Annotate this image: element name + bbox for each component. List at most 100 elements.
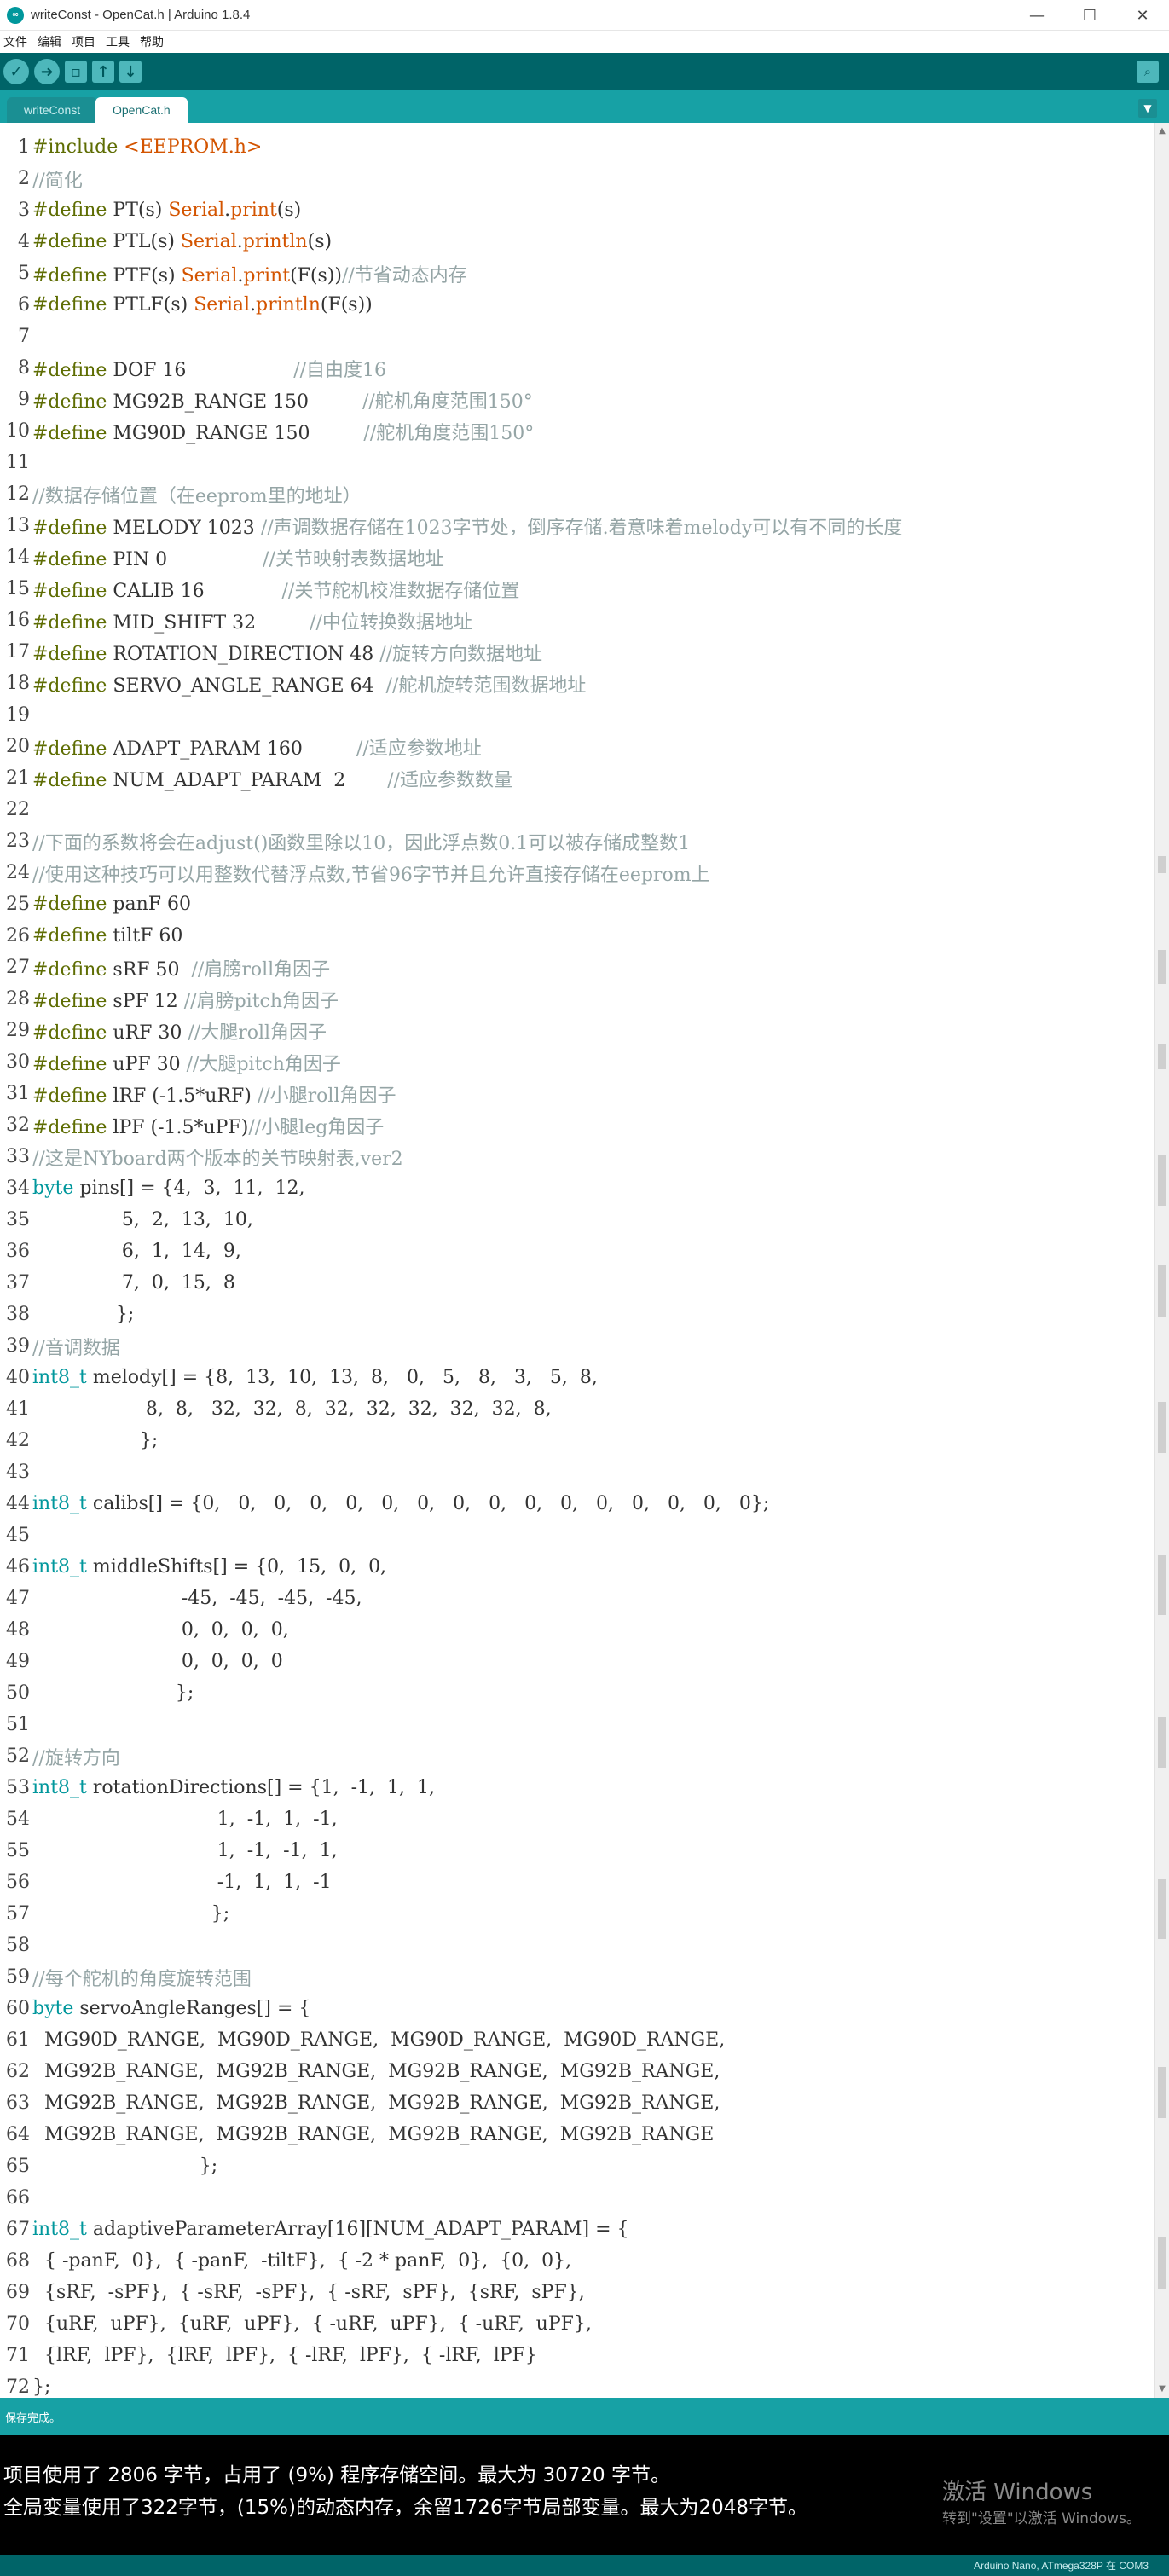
code-line[interactable]: 26 #define tiltF 60 — [0, 920, 1151, 952]
code-line[interactable]: 69 {sRF, -sPF}, { -sRF, -sPF}, { -sRF, s… — [0, 2277, 1151, 2308]
code-line[interactable]: 18 #define SERVO_ANGLE_RANGE 64 //舵机旋转范围数… — [0, 668, 1151, 699]
code-line[interactable]: 40 int8_t melody[] = {8, 13, 10, 13, 8, 0… — [0, 1362, 1151, 1393]
code-token: #define — [32, 1116, 113, 1138]
code-line[interactable]: 54 1, -1, 1, -1, — [0, 1803, 1151, 1835]
code-line[interactable]: 67 int8_t adaptiveParameterArray[16][NUM_… — [0, 2214, 1151, 2245]
code-line[interactable]: 33//这是NYboard两个版本的关节映射表,ver2 — [0, 1141, 1151, 1172]
code-line[interactable]: 64 MG92B_RANGE, MG92B_RANGE, MG92B_RANGE… — [0, 2119, 1151, 2151]
code-line[interactable]: 46 int8_t middleShifts[] = {0, 15, 0, 0, — [0, 1551, 1151, 1583]
code-line[interactable]: 49 0, 0, 0, 0 — [0, 1646, 1151, 1677]
code-line[interactable]: 44 int8_t calibs[] = {0, 0, 0, 0, 0, 0, 0… — [0, 1488, 1151, 1520]
code-line[interactable]: 9 #define MG92B_RANGE 150 //舵机角度范围150° — [0, 384, 1151, 415]
code-line[interactable]: 68 { -panF, 0}, { -panF, -tiltF}, { -2 *… — [0, 2245, 1151, 2277]
code-line[interactable]: 59//每个舵机的角度旋转范围 — [0, 1961, 1151, 1993]
tab-writeconst[interactable]: writeConst — [7, 97, 98, 123]
code-line[interactable]: 41 8, 8, 32, 32, 8, 32, 32, 32, 32, 32, … — [0, 1393, 1151, 1425]
code-line[interactable]: 31 #define lRF (-1.5*uRF) //小腿roll角因子 — [0, 1078, 1151, 1109]
code-token: tiltF 60 — [113, 925, 183, 946]
code-line[interactable]: 47 -45, -45, -45, -45, — [0, 1583, 1151, 1614]
code-line[interactable]: 51 — [0, 1709, 1151, 1740]
code-line[interactable]: 3 #define PT(s) Serial.print(s) — [0, 194, 1151, 226]
code-line[interactable]: 55 1, -1, -1, 1, — [0, 1835, 1151, 1867]
code-line[interactable]: 60 byte servoAngleRanges[] = { — [0, 1993, 1151, 2024]
code-line[interactable]: 34 byte pins[] = {4, 3, 11, 12, — [0, 1172, 1151, 1204]
code-line[interactable]: 1 #include <EEPROM.h> — [0, 131, 1151, 163]
code-line[interactable]: 63 MG92B_RANGE, MG92B_RANGE, MG92B_RANGE… — [0, 2087, 1151, 2119]
code-line[interactable]: 38 }; — [0, 1299, 1151, 1330]
tab-menu-icon[interactable]: ▼ — [1138, 99, 1157, 118]
code-line[interactable]: 42 }; — [0, 1425, 1151, 1456]
code-line[interactable]: 15 #define CALIB 16 //关节舵机校准数据存储位置 — [0, 573, 1151, 605]
code-line[interactable]: 32 #define lPF (-1.5*uPF)//小腿leg角因子 — [0, 1109, 1151, 1141]
code-line[interactable]: 24//使用这种技巧可以用整数代替浮点数,节省96字节并且允许直接存储在eepr… — [0, 857, 1151, 889]
code-line[interactable]: 20 #define ADAPT_PARAM 160 //适应参数地址 — [0, 731, 1151, 762]
menu-help[interactable]: 帮助 — [140, 33, 164, 50]
code-line[interactable]: 14 #define PIN 0 //关节映射表数据地址 — [0, 541, 1151, 573]
code-line[interactable]: 21 #define NUM_ADAPT_PARAM 2 //适应参数数量 — [0, 762, 1151, 794]
code-line[interactable]: 30 #define uPF 30 //大腿pitch角因子 — [0, 1046, 1151, 1078]
code-line[interactable]: 50 }; — [0, 1677, 1151, 1709]
code-line[interactable]: 7 — [0, 321, 1151, 352]
scroll-down-icon[interactable]: ▼ — [1157, 2384, 1167, 2394]
code-line[interactable]: 70 {uRF, uPF}, {uRF, uPF}, { -uRF, uPF},… — [0, 2308, 1151, 2340]
code-line[interactable]: 29 #define uRF 30 //大腿roll角因子 — [0, 1015, 1151, 1046]
code-line[interactable]: 25 #define panF 60 — [0, 889, 1151, 920]
minimize-button[interactable]: — — [1010, 0, 1063, 31]
code-line[interactable]: 17 #define ROTATION_DIRECTION 48 //旋转方向数据… — [0, 636, 1151, 668]
code-text: #define DOF 16 //自由度16 — [32, 355, 386, 382]
code-line[interactable]: 45 — [0, 1520, 1151, 1551]
tab-opencat-h[interactable]: OpenCat.h — [95, 97, 188, 123]
verify-icon[interactable]: ✓ — [3, 59, 29, 84]
code-line[interactable]: 72}; — [0, 2371, 1151, 2398]
code-line[interactable]: 11 — [0, 447, 1151, 478]
code-line[interactable]: 56 -1, 1, 1, -1 — [0, 1867, 1151, 1898]
code-line[interactable]: 66 — [0, 2182, 1151, 2214]
open-icon[interactable]: ↑ — [92, 61, 114, 83]
vertical-scrollbar[interactable]: ▲ ▼ — [1154, 123, 1169, 2398]
menu-tools[interactable]: 工具 — [106, 33, 130, 50]
code-line[interactable]: 43 — [0, 1456, 1151, 1488]
code-line[interactable]: 13 #define MELODY 1023 //声调数据存储在1023字节处，倒… — [0, 510, 1151, 541]
menu-edit[interactable]: 编辑 — [38, 33, 61, 50]
code-line[interactable]: 8 #define DOF 16 //自由度16 — [0, 352, 1151, 384]
code-line[interactable]: 28 #define sPF 12 //肩膀pitch角因子 — [0, 983, 1151, 1015]
code-line[interactable]: 2//简化 — [0, 163, 1151, 194]
code-line[interactable]: 71 {lRF, lPF}, {lRF, lPF}, { -lRF, lPF},… — [0, 2340, 1151, 2371]
code-line[interactable]: 58 — [0, 1930, 1151, 1961]
code-line[interactable]: 36 6, 1, 14, 9, — [0, 1236, 1151, 1267]
menu-file[interactable]: 文件 — [3, 33, 27, 50]
code-line[interactable]: 57 }; — [0, 1898, 1151, 1930]
code-token: //小腿leg角因子 — [248, 1116, 385, 1138]
code-line[interactable]: 62 MG92B_RANGE, MG92B_RANGE, MG92B_RANGE… — [0, 2056, 1151, 2087]
save-icon[interactable]: ↓ — [119, 61, 142, 83]
code-line[interactable]: 53 int8_t rotationDirections[] = {1, -1, … — [0, 1772, 1151, 1803]
upload-icon[interactable]: ➜ — [34, 59, 60, 84]
code-line[interactable]: 52//旋转方向 — [0, 1740, 1151, 1772]
code-token: //舵机旋转范围数据地址 — [385, 674, 587, 697]
code-line[interactable]: 27 #define sRF 50 //肩膀roll角因子 — [0, 952, 1151, 983]
code-line[interactable]: 5 #define PTF(s) Serial.print(F(s))//节省动态… — [0, 258, 1151, 289]
code-line[interactable]: 61 MG90D_RANGE, MG90D_RANGE, MG90D_RANGE… — [0, 2024, 1151, 2056]
serial-monitor-icon[interactable]: ⌕ — [1137, 61, 1159, 83]
code-line[interactable]: 65 }; — [0, 2151, 1151, 2182]
line-number: 47 — [6, 1588, 30, 1609]
code-editor[interactable]: 1 #include <EEPROM.h> 2//简化 3 #define PT(s) … — [0, 123, 1169, 2398]
code-line[interactable]: 22 — [0, 794, 1151, 825]
code-line[interactable]: 19 — [0, 699, 1151, 731]
scroll-up-icon[interactable]: ▲ — [1157, 126, 1167, 136]
code-line[interactable]: 23//下面的系数将会在adjust()函数里除以10，因此浮点数0.1可以被存… — [0, 825, 1151, 857]
code-line[interactable]: 35 5, 2, 13, 10, — [0, 1204, 1151, 1236]
code-line[interactable]: 12//数据存储位置（在eeprom里的地址） — [0, 478, 1151, 510]
menu-sketch[interactable]: 项目 — [72, 33, 95, 50]
code-line[interactable]: 39//音调数据 — [0, 1330, 1151, 1362]
code-line[interactable]: 48 0, 0, 0, 0, — [0, 1614, 1151, 1646]
maximize-button[interactable]: ☐ — [1063, 0, 1116, 31]
code-line[interactable]: 6 #define PTLF(s) Serial.println(F(s)) — [0, 289, 1151, 321]
code-line[interactable]: 16 #define MID_SHIFT 32 //中位转换数据地址 — [0, 605, 1151, 636]
code-line[interactable]: 37 7, 0, 15, 8 — [0, 1267, 1151, 1299]
close-button[interactable]: ✕ — [1116, 0, 1169, 31]
code-line[interactable]: 10 #define MG90D_RANGE 150 //舵机角度范围150° — [0, 415, 1151, 447]
code-line[interactable]: 4 #define PTL(s) Serial.println(s) — [0, 226, 1151, 258]
code-token: //简化 — [32, 170, 83, 192]
new-icon[interactable]: ▫ — [65, 61, 87, 83]
